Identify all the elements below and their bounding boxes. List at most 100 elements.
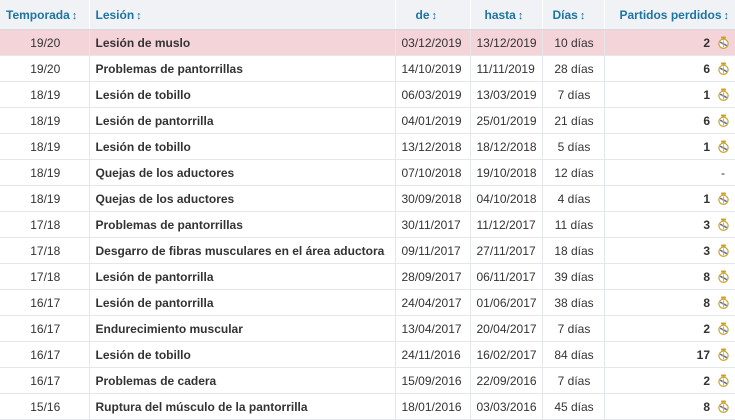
table-row: 18/19 Lesión de tobillo 13/12/2018 18/12… [0,133,735,160]
table-header-row: Temporada ↕ Lesión ↕ de ↕ hasta ↕ Días ↕ Part… [0,0,735,30]
until-date-cell: 06/11/2017 [470,263,543,290]
sort-icon: ↕ [136,9,142,22]
until-date-cell: 11/12/2017 [470,211,543,238]
real-madrid-crest-icon[interactable] [718,244,729,257]
season-cell: 18/19 [0,185,90,212]
games-missed-count: 3 [703,217,710,232]
real-madrid-crest-icon[interactable] [718,400,729,413]
from-date-cell: 03/12/2019 [395,29,471,56]
games-missed-cell: 1 [604,133,735,160]
games-missed-count: 8 [703,269,710,284]
injury-cell: Lesión de pantorrilla [89,289,396,316]
real-madrid-crest-icon[interactable] [718,36,729,49]
injury-cell: Lesión de tobillo [89,341,396,368]
games-missed-cell: - [604,159,735,186]
real-madrid-crest-icon[interactable] [718,88,729,101]
injury-cell: Endurecimiento muscular [89,315,396,342]
injury-cell: Lesión de muslo [89,29,396,56]
games-missed-count: 8 [703,295,710,310]
injury-cell: Lesión de pantorrilla [89,263,396,290]
real-madrid-crest-icon[interactable] [718,140,729,153]
season-cell: 16/17 [0,315,90,342]
games-missed-count: 6 [703,61,710,76]
season-cell: 17/18 [0,263,90,290]
season-cell: 16/17 [0,341,90,368]
from-date-cell: 18/01/2016 [395,393,471,420]
games-missed-cell: 3 [604,211,735,238]
sort-icon: ↕ [723,9,730,22]
games-missed-cell: 2 [604,29,735,56]
from-date-cell: 28/09/2017 [395,263,471,290]
column-header-days[interactable]: Días ↕ [542,0,605,30]
real-madrid-crest-icon[interactable] [718,296,729,309]
games-missed-cell: 2 [604,367,735,394]
column-header-injury[interactable]: Lesión ↕ [89,0,396,30]
from-date-cell: 07/10/2018 [395,159,471,186]
season-cell: 16/17 [0,289,90,316]
games-missed-count: 1 [703,87,710,102]
sort-icon: ↕ [579,9,586,22]
games-missed-count: 17 [696,347,710,362]
from-date-cell: 09/11/2017 [395,237,471,264]
until-date-cell: 01/06/2017 [470,289,543,316]
real-madrid-crest-icon[interactable] [718,270,729,283]
until-date-cell: 25/01/2019 [470,107,543,134]
real-madrid-crest-icon[interactable] [718,114,729,127]
injury-cell: Problemas de cadera [89,367,396,394]
from-date-cell: 24/11/2016 [395,341,471,368]
real-madrid-crest-icon[interactable] [718,62,729,75]
days-cell: 7 días [542,315,605,342]
real-madrid-crest-icon[interactable] [718,322,729,335]
from-date-cell: 13/12/2018 [395,133,471,160]
games-missed-count: - [721,165,725,180]
column-header-season[interactable]: Temporada ↕ [0,0,90,30]
table-row: 16/17 Lesión de pantorrilla 24/04/2017 0… [0,289,735,316]
injury-cell: Ruptura del músculo de la pantorrilla [89,393,396,420]
real-madrid-crest-icon[interactable] [718,348,729,361]
injury-cell: Lesión de tobillo [89,133,396,160]
season-cell: 18/19 [0,159,90,186]
games-missed-count: 1 [703,191,710,206]
table-row: 19/20 Lesión de muslo 03/12/2019 13/12/2… [0,29,735,56]
column-header-from[interactable]: de ↕ [395,0,471,30]
days-cell: 84 días [542,341,605,368]
real-madrid-crest-icon[interactable] [718,218,729,231]
real-madrid-crest-icon[interactable] [718,374,729,387]
season-cell: 19/20 [0,55,90,82]
from-date-cell: 06/03/2019 [395,81,471,108]
from-date-cell: 15/09/2016 [395,367,471,394]
games-missed-count: 8 [703,399,710,414]
season-cell: 19/20 [0,29,90,56]
days-cell: 7 días [542,81,605,108]
until-date-cell: 27/11/2017 [470,237,543,264]
injury-cell: Lesión de pantorrilla [89,107,396,134]
days-cell: 4 días [542,185,605,212]
season-cell: 18/19 [0,133,90,160]
until-date-cell: 16/02/2017 [470,341,543,368]
injury-cell: Problemas de pantorrillas [89,55,396,82]
until-date-cell: 13/12/2019 [470,29,543,56]
injury-cell: Quejas de los aductores [89,159,396,186]
from-date-cell: 24/04/2017 [395,289,471,316]
column-header-games-missed[interactable]: Partidos perdidos ↕ [604,0,735,30]
season-cell: 18/19 [0,81,90,108]
from-date-cell: 13/04/2017 [395,315,471,342]
games-missed-cell: 8 [604,289,735,316]
column-header-until[interactable]: hasta ↕ [470,0,543,30]
injury-cell: Lesión de tobillo [89,81,396,108]
injury-history-table: Temporada ↕ Lesión ↕ de ↕ hasta ↕ Días ↕ Part… [0,0,735,420]
until-date-cell: 03/03/2016 [470,393,543,420]
table-row: 18/19 Quejas de los aductores 07/10/2018… [0,159,735,186]
table-row: 15/16 Ruptura del músculo de la pantorri… [0,393,735,420]
until-date-cell: 13/03/2019 [470,81,543,108]
from-date-cell: 14/10/2019 [395,55,471,82]
season-cell: 15/16 [0,393,90,420]
table-body: 19/20 Lesión de muslo 03/12/2019 13/12/2… [0,29,735,420]
games-missed-cell: 3 [604,237,735,264]
real-madrid-crest-icon[interactable] [718,192,729,205]
games-missed-cell: 1 [604,185,735,212]
games-missed-cell: 6 [604,107,735,134]
table-row: 17/18 Lesión de pantorrilla 28/09/2017 0… [0,263,735,290]
days-cell: 39 días [542,263,605,290]
table-row: 16/17 Lesión de tobillo 24/11/2016 16/02… [0,341,735,368]
